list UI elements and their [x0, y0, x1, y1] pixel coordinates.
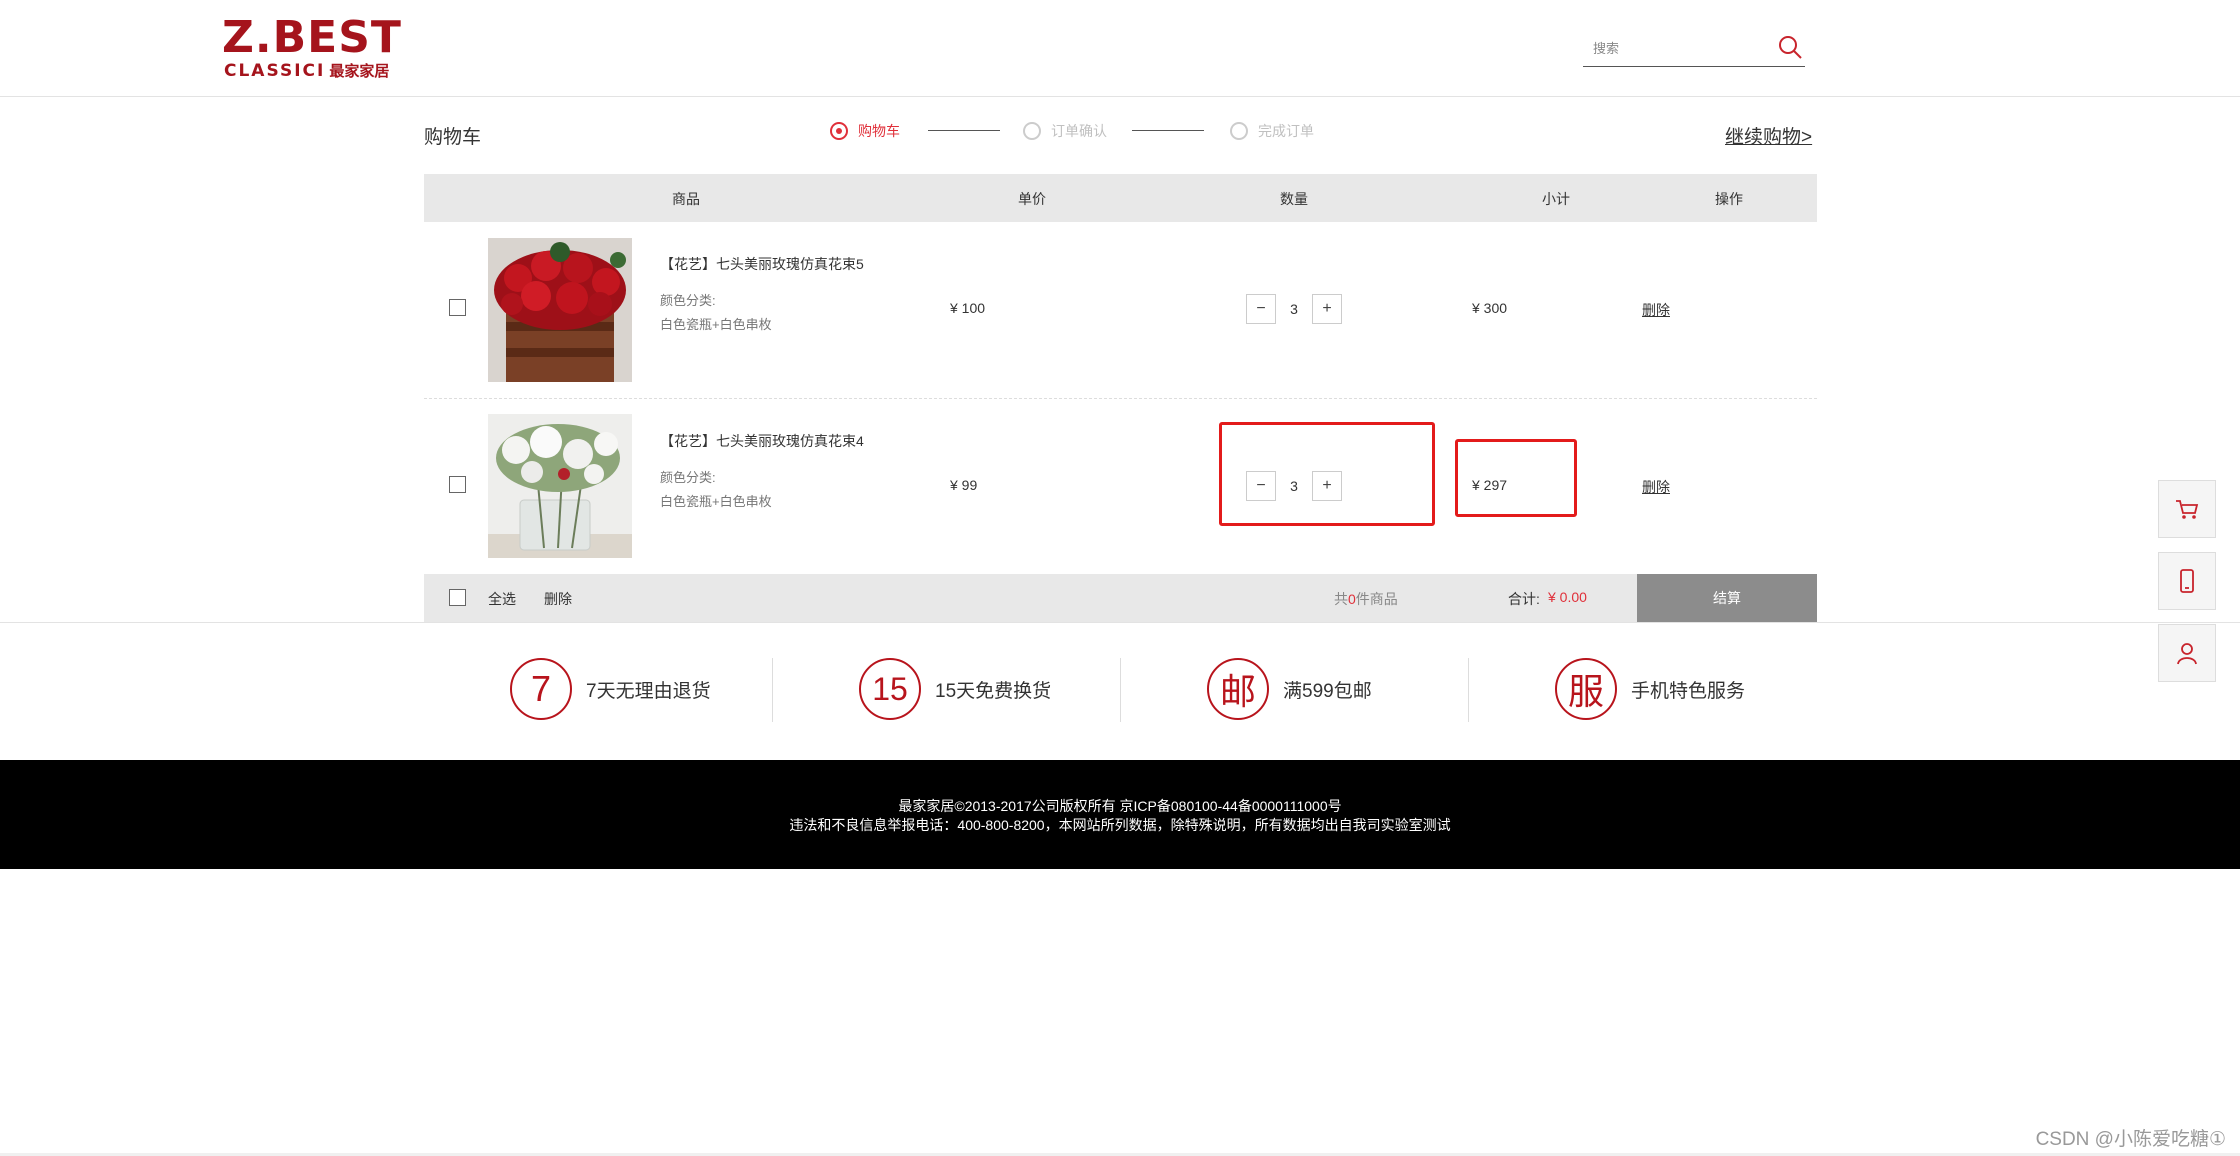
step-label: 订单确认	[1051, 123, 1107, 139]
free-shipping-icon: 邮	[1207, 658, 1269, 720]
product-name[interactable]: 【花艺】七头美丽玫瑰仿真花束5	[660, 254, 864, 274]
quantity-value: 3	[1290, 301, 1298, 317]
step-divider	[928, 130, 1000, 131]
service-label: 15天免费换货	[935, 680, 1052, 702]
step-label: 购物车	[858, 123, 900, 139]
col-unit-price: 单价	[1018, 191, 1046, 207]
logo-sub-cn: 最家家居	[329, 62, 390, 80]
unit-price: ¥ 99	[950, 477, 978, 493]
select-all-label[interactable]: 全选	[488, 589, 516, 609]
step-radio-icon	[830, 122, 848, 140]
unit-price: ¥ 100	[950, 300, 986, 316]
service-label: 手机特色服务	[1631, 680, 1746, 702]
side-cart-button[interactable]	[2158, 480, 2216, 538]
service-shipping[interactable]: 邮 满599包邮	[1207, 656, 1372, 722]
side-mobile-button[interactable]	[2158, 552, 2216, 610]
site-logo[interactable]: Z.BEST CLASSICI 最家家居	[222, 16, 402, 82]
cart-summary-bar: 全选 删除 共0件商品 合计: ¥ 0.00 结算	[424, 574, 1817, 622]
item-checkbox[interactable]	[449, 299, 466, 316]
mobile-icon	[2180, 569, 2194, 593]
search-icon[interactable]	[1777, 34, 1803, 60]
return-7day-icon: 7	[510, 658, 572, 720]
site-header: Z.BEST CLASSICI 最家家居	[0, 0, 2240, 97]
service-return[interactable]: 7 7天无理由退货	[510, 656, 711, 722]
logo-main-text: Z.BEST	[222, 16, 402, 60]
cart-row: 【花艺】七头美丽玫瑰仿真花束5 颜色分类: 白色瓷瓶+白色串枚 ¥ 100 − …	[424, 222, 1817, 399]
total-label: 合计:	[1508, 591, 1540, 607]
cart-icon	[2176, 500, 2199, 519]
step-radio-icon	[1023, 122, 1041, 140]
col-action: 操作	[1715, 191, 1743, 207]
watermark-text: CSDN @小陈爱吃糖①	[2035, 1129, 2226, 1150]
item-checkbox[interactable]	[449, 476, 466, 493]
step-divider	[1132, 130, 1204, 131]
col-product: 商品	[672, 191, 700, 207]
logo-sub: CLASSICI 最家家居	[224, 60, 389, 81]
product-image-white-flowers[interactable]	[488, 414, 632, 558]
step-order-confirm: 订单确认	[1023, 116, 1107, 146]
continue-shopping-link[interactable]: 继续购物>	[1725, 122, 1812, 149]
step-complete: 完成订单	[1230, 116, 1314, 146]
delete-item-link[interactable]: 删除	[1642, 300, 1670, 320]
search-input[interactable]	[1591, 36, 1765, 60]
col-subtotal: 小计	[1542, 191, 1570, 207]
cart-row: 【花艺】七头美丽玫瑰仿真花束4 颜色分类: 白色瓷瓶+白色串枚 ¥ 99 − 3…	[424, 399, 1817, 575]
service-divider	[772, 658, 773, 722]
item-subtotal: ¥ 300	[1472, 300, 1508, 316]
service-divider	[1120, 658, 1121, 722]
checkout-button[interactable]: 结算	[1637, 574, 1817, 622]
product-attr-value: 白色瓷瓶+白色串枚	[660, 317, 772, 332]
section-divider	[0, 622, 2240, 623]
service-divider	[1468, 658, 1469, 722]
user-icon	[2177, 643, 2197, 665]
step-label: 完成订单	[1258, 123, 1314, 139]
cart-table-header: 商品 单价 数量 小计 操作	[424, 174, 1817, 222]
decrease-button[interactable]: −	[1246, 294, 1276, 324]
select-all-checkbox[interactable]	[449, 589, 466, 606]
site-footer: 最家家居©2013-2017公司版权所有 京ICP备080100-44备0000…	[0, 760, 2240, 869]
item-count: 共0件商品	[1334, 591, 1398, 607]
page-title: 购物车	[424, 127, 482, 148]
logo-sub-en: CLASSICI	[224, 61, 326, 81]
increase-button[interactable]: +	[1312, 294, 1342, 324]
product-attr-label: 颜色分类:	[660, 470, 716, 485]
checkout-steps: 购物车 订单确认 完成订单	[830, 116, 1330, 146]
exchange-15day-icon: 15	[859, 658, 921, 720]
col-quantity: 数量	[1280, 191, 1308, 207]
product-attr-label: 颜色分类:	[660, 293, 716, 308]
quantity-stepper: − 3 +	[1246, 294, 1342, 324]
delete-selected-link[interactable]: 删除	[544, 589, 572, 609]
product-attr-value: 白色瓷瓶+白色串枚	[660, 494, 772, 509]
service-exchange[interactable]: 15 15天免费换货	[859, 656, 1051, 722]
footer-report: 违法和不良信息举报电话：400-800-8200，本网站所列数据，除特殊说明，所…	[789, 817, 1451, 833]
service-label: 7天无理由退货	[586, 680, 711, 702]
search-box	[1583, 30, 1805, 67]
step-radio-icon	[1230, 122, 1248, 140]
total-value: ¥ 0.00	[1548, 589, 1587, 605]
service-mobile[interactable]: 服 手机特色服务	[1555, 656, 1745, 722]
side-user-button[interactable]	[2158, 624, 2216, 682]
step-cart: 购物车	[830, 116, 900, 146]
service-label: 满599包邮	[1283, 680, 1372, 702]
footer-copyright: 最家家居©2013-2017公司版权所有 京ICP备080100-44备0000…	[898, 798, 1342, 814]
highlight-box-subtotal	[1455, 439, 1577, 517]
logo-main: Z.BEST	[222, 12, 402, 63]
service-icon: 服	[1555, 658, 1617, 720]
highlight-box-quantity	[1219, 422, 1435, 526]
product-name[interactable]: 【花艺】七头美丽玫瑰仿真花束4	[660, 431, 864, 451]
delete-item-link[interactable]: 删除	[1642, 477, 1670, 497]
product-image-red-roses[interactable]	[488, 238, 632, 382]
